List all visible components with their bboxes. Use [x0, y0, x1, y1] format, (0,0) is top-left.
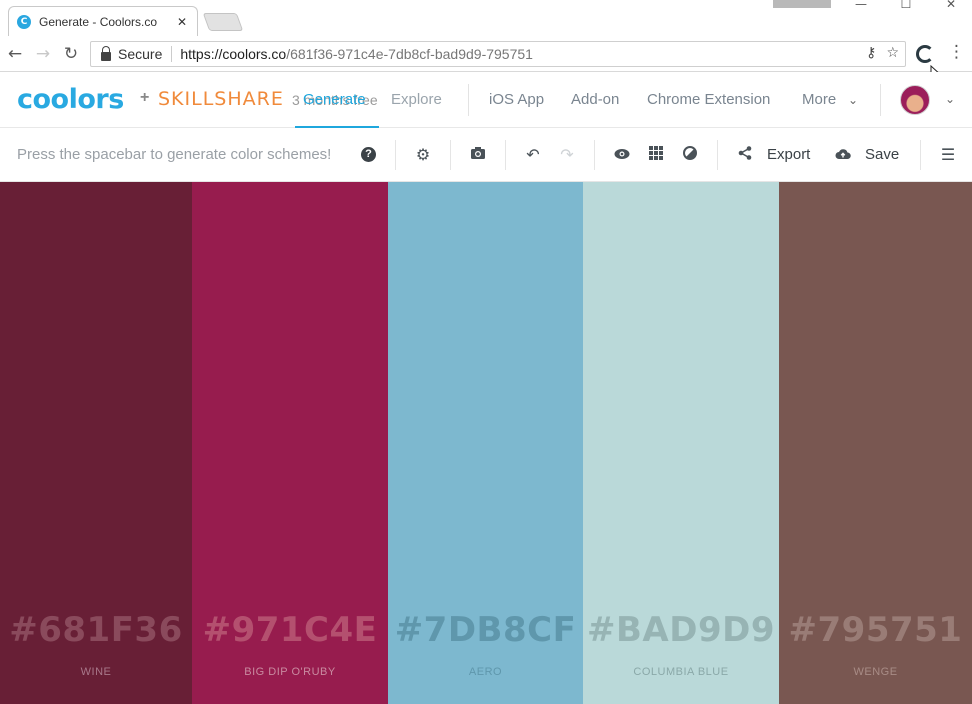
divider	[594, 140, 595, 170]
app-header: coolors + SKILLSHARE 3 months free Gener…	[0, 72, 972, 128]
browser-toolbar: ← → ↻ Secure https://coolors.co /681f36-…	[0, 36, 972, 72]
hex-code[interactable]: #971C4E	[192, 610, 388, 650]
export-button[interactable]: Export	[767, 146, 810, 163]
color-swatch-2[interactable]: #971C4E BIG DIP O'RUBY	[192, 182, 388, 704]
hex-code[interactable]: #795751	[779, 610, 972, 650]
divider	[920, 140, 921, 170]
camera-icon[interactable]	[467, 144, 489, 166]
eye-icon[interactable]	[611, 144, 633, 166]
tab-title: Generate - Coolors.co	[39, 14, 158, 29]
tab-close-icon[interactable]: ✕	[175, 15, 189, 29]
coolors-favicon-icon: C	[17, 14, 31, 29]
maximize-icon[interactable]: ☐	[891, 0, 921, 14]
color-palette: #681F36 WINE #971C4E BIG DIP O'RUBY #7DB…	[0, 182, 972, 704]
color-swatch-1[interactable]: #681F36 WINE	[0, 182, 192, 704]
palette-toolbar: Press the spacebar to generate color sch…	[0, 128, 972, 182]
nav-explore[interactable]: Explore	[391, 91, 442, 108]
color-swatch-4[interactable]: #BAD9D9 COLUMBIA BLUE	[583, 182, 779, 704]
color-name: WINE	[80, 666, 112, 678]
forward-arrow-icon[interactable]: →	[32, 43, 54, 65]
profile-chip[interactable]	[773, 0, 831, 8]
contrast-icon[interactable]	[679, 144, 701, 166]
hamburger-menu-icon[interactable]: ☰	[937, 144, 959, 166]
hex-code[interactable]: #681F36	[0, 610, 192, 650]
color-name: BIG DIP O'RUBY	[244, 666, 336, 678]
nav-more[interactable]: More	[802, 91, 836, 108]
key-icon[interactable]: ⚷	[866, 45, 876, 61]
browser-menu-icon[interactable]: ⋮	[948, 42, 965, 62]
reload-icon[interactable]: ↻	[60, 43, 82, 65]
coolors-logo[interactable]: coolors	[17, 84, 124, 115]
undo-icon[interactable]: ↶	[522, 144, 544, 166]
color-name: AERO	[468, 666, 503, 678]
browser-titlebar: C Generate - Coolors.co ✕ — ☐ ✕	[0, 0, 972, 36]
browser-tab[interactable]: C Generate - Coolors.co ✕	[8, 6, 198, 36]
nav-ios-app[interactable]: iOS App	[489, 91, 544, 108]
color-swatch-5[interactable]: #795751 WENGE	[779, 182, 972, 704]
divider	[450, 140, 451, 170]
nav-generate[interactable]: Generate	[303, 91, 366, 108]
account-chevron-down-icon[interactable]: ⌄	[945, 92, 955, 106]
color-swatch-3[interactable]: #7DB8CF AERO	[388, 182, 583, 704]
color-name: COLUMBIA BLUE	[633, 666, 729, 678]
new-tab-button[interactable]	[202, 13, 244, 31]
user-avatar[interactable]	[900, 85, 930, 115]
window-close-icon[interactable]: ✕	[936, 0, 966, 14]
back-arrow-icon[interactable]: ←	[4, 43, 26, 65]
share-icon[interactable]	[734, 144, 756, 166]
divider	[505, 140, 506, 170]
divider	[880, 84, 881, 116]
minimize-icon[interactable]: —	[846, 0, 876, 14]
hex-code[interactable]: #BAD9D9	[583, 610, 779, 650]
skillshare-logo[interactable]: SKILLSHARE	[158, 88, 284, 110]
divider	[395, 140, 396, 170]
plus-sign: +	[140, 89, 150, 106]
grid-view-icon[interactable]	[645, 144, 667, 166]
url-path: /681f36-971c4e-7db8cf-bad9d9-795751	[286, 46, 533, 62]
nav-add-on[interactable]: Add-on	[571, 91, 619, 108]
cloud-upload-icon[interactable]	[832, 144, 854, 166]
lock-icon	[101, 45, 111, 61]
more-chevron-down-icon[interactable]: ⌄	[848, 93, 858, 107]
address-bar[interactable]: Secure https://coolors.co /681f36-971c4e…	[90, 41, 906, 67]
divider	[717, 140, 718, 170]
secure-label: Secure	[118, 46, 173, 62]
settings-gear-icon[interactable]: ⚙	[412, 144, 434, 166]
color-name: WENGE	[853, 666, 898, 678]
url-host: https://coolors.co	[180, 46, 287, 62]
bookmark-star-icon[interactable]: ☆	[886, 45, 899, 61]
hex-code[interactable]: #7DB8CF	[388, 610, 583, 650]
coolors-extension-icon[interactable]	[916, 45, 934, 63]
spacebar-hint: Press the spacebar to generate color sch…	[17, 146, 332, 163]
divider	[468, 84, 469, 116]
nav-chrome-extension[interactable]: Chrome Extension	[647, 91, 770, 108]
redo-icon[interactable]: ↷	[556, 144, 578, 166]
help-icon[interactable]: ?	[361, 147, 376, 162]
save-button[interactable]: Save	[865, 146, 899, 163]
